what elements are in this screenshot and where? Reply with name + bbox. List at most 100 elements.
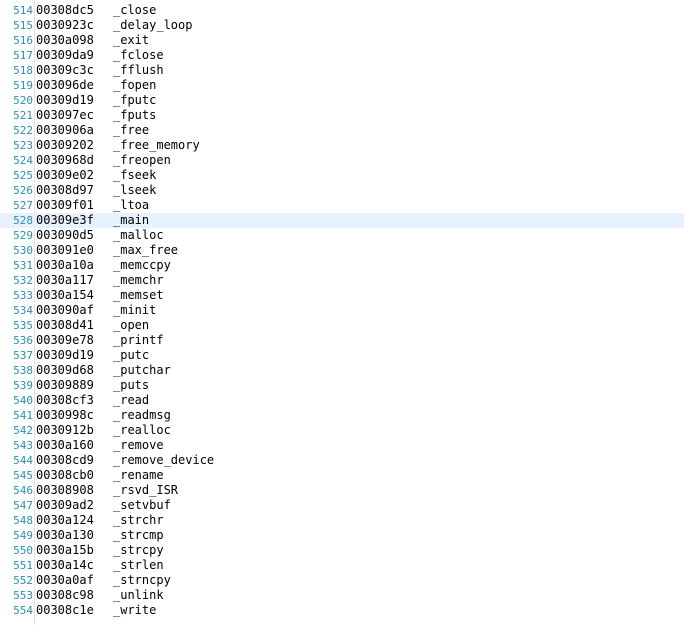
symbol-address: 00308cd9 [36,453,94,467]
code-line[interactable]: 536 00309e78 _printf [0,333,684,348]
code-line[interactable]: 552 0030a0af _strncpy [0,573,684,588]
code-line[interactable]: 519 003096de _fopen [0,78,684,93]
line-number: 534 [13,304,33,317]
symbol-address: 003097ec [36,108,94,122]
symbol-address: 0030a130 [36,528,94,542]
line-number: 519 [13,79,33,92]
line-number: 545 [13,469,33,482]
line-number: 528 [13,214,33,227]
code-line[interactable]: 517 00309da9 _fclose [0,48,684,63]
symbol-name: _putc [113,348,150,362]
symbol-address: 0030a098 [36,33,94,47]
code-line[interactable]: 546 00308908 _rsvd_ISR [0,483,684,498]
code-line[interactable]: 516 0030a098 _exit [0,33,684,48]
code-line[interactable]: 521 003097ec _fputs [0,108,684,123]
code-line[interactable]: 551 0030a14c _strlen [0,558,684,573]
line-number: 538 [13,364,33,377]
symbol-address: 00309f01 [36,198,94,212]
code-line[interactable]: 543 0030a160 _remove [0,438,684,453]
line-number: 544 [13,454,33,467]
symbol-name: _fopen [113,78,157,92]
symbol-address: 00309d68 [36,363,94,377]
symbol-name: _strchr [113,513,164,527]
symbol-name: _remove [113,438,164,452]
line-number: 524 [13,154,33,167]
code-line[interactable]: 541 0030998c _readmsg [0,408,684,423]
code-line[interactable]: 547 00309ad2 _setvbuf [0,498,684,513]
symbol-name: _realloc [113,423,171,437]
line-number: 530 [13,244,33,257]
symbol-name: _memset [113,288,164,302]
code-line[interactable]: 518 00309c3c _fflush [0,63,684,78]
code-line[interactable]: 549 0030a130 _strcmp [0,528,684,543]
code-line[interactable]: 524 0030968d _freopen [0,153,684,168]
code-line[interactable]: 529 003090d5 _malloc [0,228,684,243]
symbol-address: 0030a0af [36,573,94,587]
line-number: 526 [13,184,33,197]
symbol-address: 0030923c [36,18,94,32]
symbol-address: 00308c1e [36,603,94,617]
symbol-name: _main [113,213,150,227]
symbol-address: 00308dc5 [36,3,94,17]
code-line[interactable]: 542 0030912b _realloc [0,423,684,438]
code-line[interactable]: 554 00308c1e _write [0,603,684,618]
symbol-name: _fflush [113,63,164,77]
line-number: 543 [13,439,33,452]
code-line[interactable]: 533 0030a154 _memset [0,288,684,303]
code-line[interactable]: 530 003091e0 _max_free [0,243,684,258]
code-line[interactable]: 532 0030a117 _memchr [0,273,684,288]
code-line[interactable]: 522 0030906a _free [0,123,684,138]
line-number: 552 [13,574,33,587]
symbol-name: _memccpy [113,258,171,272]
code-line[interactable]: 553 00308c98 _unlink [0,588,684,603]
code-line[interactable]: 523 00309202 _free_memory [0,138,684,153]
line-number: 540 [13,394,33,407]
code-line[interactable]: 537 00309d19 _putc [0,348,684,363]
symbol-name: _exit [113,33,150,47]
symbol-name: _strncpy [113,573,171,587]
code-line[interactable]: 539 00309889 _puts [0,378,684,393]
symbol-name: _unlink [113,588,164,602]
code-line[interactable]: 540 00308cf3 _read [0,393,684,408]
symbol-address: 00309e78 [36,333,94,347]
symbol-name: _putchar [113,363,171,377]
code-line[interactable]: 514 00308dc5 _close [0,3,684,18]
text-editor[interactable]: 514 00308dc5 _close 515 0030923c _delay_loop 5… [0,0,684,625]
symbol-name: _fseek [113,168,157,182]
code-line[interactable]: 526 00308d97 _lseek [0,183,684,198]
symbol-name: _strlen [113,558,164,572]
line-number: 533 [13,289,33,302]
code-line[interactable]: 545 00308cb0 _rename [0,468,684,483]
code-line[interactable]: 534 003090af _minit [0,303,684,318]
code-line[interactable]: 535 00308d41 _open [0,318,684,333]
symbol-address: 003090d5 [36,228,94,242]
code-line[interactable]: 544 00308cd9 _remove_device [0,453,684,468]
symbol-name: _printf [113,333,164,347]
symbol-name: _free_memory [113,138,200,152]
line-number: 522 [13,124,33,137]
code-line[interactable]: 520 00309d19 _fputc [0,93,684,108]
code-line[interactable]: 515 0030923c _delay_loop [0,18,684,33]
symbol-address: 00308d41 [36,318,94,332]
code-lines[interactable]: 514 00308dc5 _close 515 0030923c _delay_loop 5… [0,3,684,618]
code-line[interactable]: 525 00309e02 _fseek [0,168,684,183]
symbol-address: 00308d97 [36,183,94,197]
symbol-address: 0030912b [36,423,94,437]
code-line[interactable]: 531 0030a10a _memccpy [0,258,684,273]
symbol-name: _freopen [113,153,171,167]
symbol-address: 00308c98 [36,588,94,602]
code-line[interactable]: 550 0030a15b _strcpy [0,543,684,558]
line-number: 542 [13,424,33,437]
symbol-address: 00309889 [36,378,94,392]
code-line[interactable]: 527 00309f01 _ltoa [0,198,684,213]
symbol-address: 0030a10a [36,258,94,272]
code-line[interactable]: 548 0030a124 _strchr [0,513,684,528]
symbol-address: 0030a124 [36,513,94,527]
code-line[interactable]: 538 00309d68 _putchar [0,363,684,378]
code-line-current[interactable]: 528 00309e3f _main [0,213,684,228]
symbol-name: _rsvd_ISR [113,483,179,497]
line-number: 525 [13,169,33,182]
line-number: 536 [13,334,33,347]
symbol-address: 00309ad2 [36,498,94,512]
symbol-address: 0030a117 [36,273,94,287]
